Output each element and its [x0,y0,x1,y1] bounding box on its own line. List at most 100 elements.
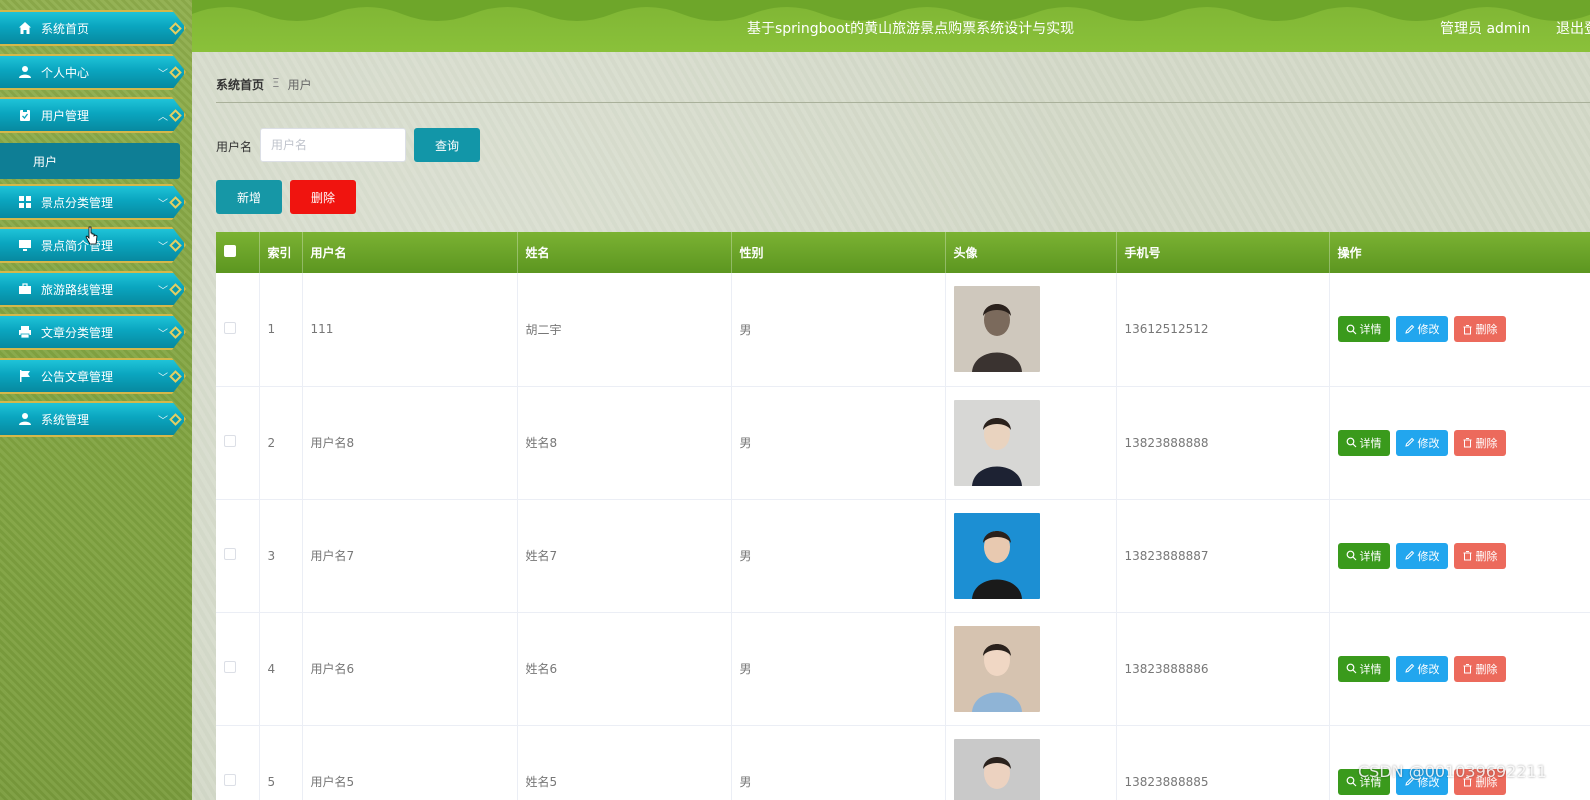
sidebar-item-tour-route[interactable]: 旅游路线管理 ﹀ [0,271,186,307]
row-checkbox[interactable] [216,725,260,800]
row-checkbox[interactable] [216,499,260,612]
detail-button[interactable]: 详情 [1337,542,1390,569]
sidebar-item-announcement[interactable]: 公告文章管理 ﹀ [0,358,186,394]
edit-button[interactable]: 修改 [1395,316,1448,343]
detail-label: 详情 [1359,549,1382,563]
cell-name: 胡二宇 [517,273,732,386]
select-all-checkbox[interactable] [216,232,260,273]
cell-operations: 详情 修改 删除 [1329,386,1590,499]
chevron-down-icon: ﹀ [158,415,168,427]
search-input[interactable] [260,128,406,162]
monitor-icon [18,238,32,252]
delete-label: 删除 [1475,323,1498,337]
row-checkbox[interactable] [216,612,260,725]
cell-name: 姓名6 [517,612,732,725]
edit-button[interactable]: 修改 [1395,429,1448,456]
detail-button[interactable]: 详情 [1337,316,1390,343]
detail-label: 详情 [1359,662,1382,676]
edit-button[interactable]: 修改 [1395,655,1448,682]
column-header: 性别 [731,232,946,273]
diamond-ornament [169,413,182,426]
trash-icon [1463,324,1471,335]
detail-label: 详情 [1359,436,1382,450]
delete-label: 删除 [1475,436,1498,450]
chevron-down-icon: ﹀ [158,372,168,384]
search-icon [1346,663,1356,674]
diamond-ornament [169,326,182,339]
avatar [953,512,1040,599]
user-table: 索引 用户名 姓名 性别 头像 手机号 操作 1 111 胡二宇 男 13612… [216,232,1590,800]
cell-index: 4 [259,612,303,725]
home-icon [18,21,32,35]
trash-icon [1463,551,1471,561]
sidebar: 系统首页 个人中心 ﹀ 用户管理 ︿ 用户 景点分类管理 ﹀ 景点简介管理 ﹀ [0,0,192,800]
cell-avatar [945,273,1117,386]
avatar [953,738,1040,800]
sidebar-item-label: 景点分类管理 [41,195,114,210]
submenu-item-user[interactable]: 用户 [0,143,180,179]
sidebar-item-label: 个人中心 [41,65,90,80]
chevron-up-icon: ︿ [158,111,168,123]
sidebar-item-profile[interactable]: 个人中心 ﹀ [0,54,186,90]
delete-button[interactable]: 删除 [1453,316,1506,343]
chevron-down-icon: ﹀ [158,328,168,340]
sidebar-item-home[interactable]: 系统首页 [0,10,186,46]
sidebar-item-article-category[interactable]: 文章分类管理 ﹀ [0,314,186,350]
add-button[interactable]: 新增 [216,180,282,214]
cell-phone: 13823888888 [1116,386,1330,499]
sidebar-item-label: 公告文章管理 [41,369,114,384]
search-icon [1346,324,1356,335]
diamond-ornament [169,109,182,122]
main-content: 系统首页 Ξ 用户 用户名 查询 新增 删除 索引 用户名 姓名 性别 头像 手… [192,52,1590,800]
sidebar-item-scenic-category[interactable]: 景点分类管理 ﹀ [0,184,186,220]
breadcrumb-home[interactable]: 系统首页 [216,76,264,93]
column-header: 头像 [945,232,1117,273]
chevron-down-icon: ﹀ [158,198,168,210]
flag-icon [18,369,32,383]
user-icon [18,65,32,79]
breadcrumb-separator: Ξ [272,76,280,90]
cell-phone: 13612512512 [1116,273,1330,386]
avatar [953,625,1040,712]
mouse-cursor-icon [85,226,98,245]
trash-icon [1463,664,1471,674]
table-row: 2 用户名8 姓名8 男 13823888888 详情 修改 删除 [216,386,1590,499]
printer-icon [18,325,32,339]
column-header: 手机号 [1116,232,1330,273]
delete-button[interactable]: 删除 [1453,542,1506,569]
column-header: 操作 [1329,232,1590,273]
sidebar-item-label: 旅游路线管理 [41,282,114,297]
clipboard-icon [18,108,32,122]
cell-username: 用户名7 [302,499,518,612]
query-button[interactable]: 查询 [414,128,480,162]
cell-username: 用户名5 [302,725,518,800]
chevron-down-icon: ﹀ [158,241,168,253]
column-header: 姓名 [517,232,732,273]
sidebar-item-user-management[interactable]: 用户管理 ︿ [0,97,186,133]
cell-gender: 男 [731,612,946,725]
admin-label: 管理员 admin [1440,21,1531,37]
breadcrumb-current: 用户 [287,78,312,92]
cell-index: 2 [259,386,303,499]
delete-button[interactable]: 删除 [1453,429,1506,456]
column-header: 用户名 [302,232,518,273]
detail-button[interactable]: 详情 [1337,655,1390,682]
logout-link[interactable]: 退出登录 [1556,18,1590,38]
table-row: 1 111 胡二宇 男 13612512512 详情 修改 删除 [216,273,1590,386]
row-checkbox[interactable] [216,386,260,499]
sidebar-item-label: 用户管理 [41,108,90,123]
edit-icon [1404,663,1414,673]
cell-username: 111 [302,273,518,386]
sidebar-item-system[interactable]: 系统管理 ﹀ [0,401,186,437]
row-checkbox[interactable] [216,273,260,386]
cell-gender: 男 [731,386,946,499]
diamond-ornament [169,196,182,209]
delete-button[interactable]: 删除 [1453,655,1506,682]
cell-phone: 13823888885 [1116,725,1330,800]
cell-name: 姓名5 [517,725,732,800]
header: 基于springboot的黄山旅游景点购票系统设计与实现 管理员 admin 退… [192,0,1590,52]
detail-button[interactable]: 详情 [1337,429,1390,456]
batch-delete-button[interactable]: 删除 [290,180,356,214]
edit-button[interactable]: 修改 [1395,542,1448,569]
search-icon [1346,437,1356,448]
